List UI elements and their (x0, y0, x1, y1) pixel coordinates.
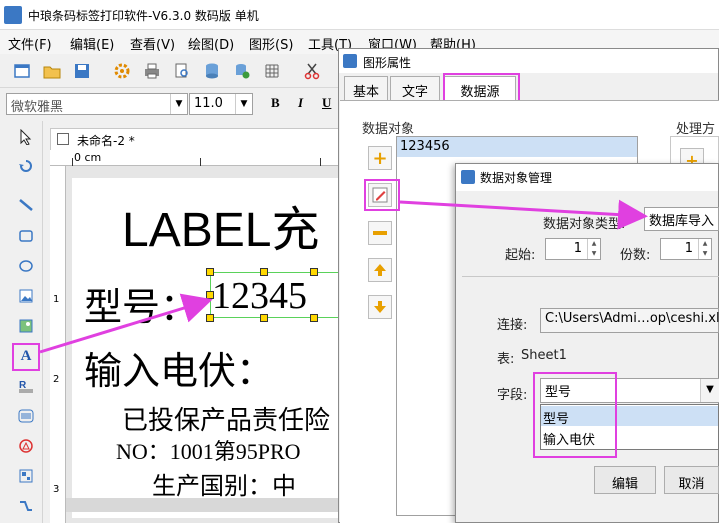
arrow-text-to-field (39, 293, 213, 354)
arrow-edit-to-type (399, 199, 648, 230)
annotation-arrows (39, 199, 648, 354)
